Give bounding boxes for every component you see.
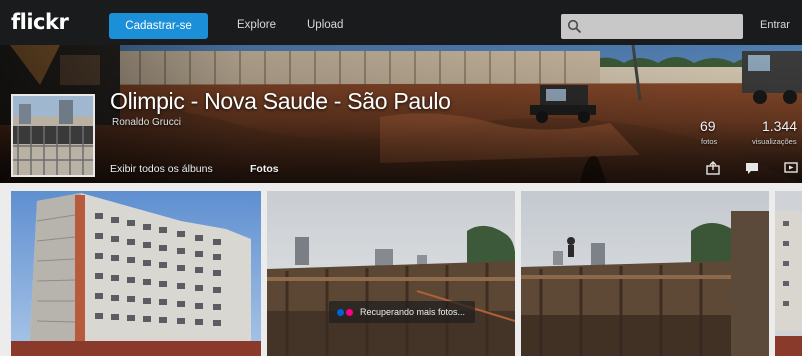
tab-all-albums[interactable]: Exibir todos os álbuns (110, 163, 213, 175)
view-count-label: visualizações (752, 137, 797, 146)
album-title: Olimpic - Nova Saude - São Paulo (110, 88, 451, 114)
view-count: 1.344 (762, 118, 798, 134)
signup-button[interactable]: Cadastrar-se (109, 13, 208, 39)
signin-link[interactable]: Entrar (760, 19, 790, 31)
photo-image (521, 191, 769, 356)
tab-photos[interactable]: Fotos (250, 163, 279, 175)
photo-thumbnail[interactable] (11, 191, 261, 356)
album-owner-name[interactable]: Ronaldo Grucci (112, 117, 181, 128)
share-icon[interactable] (706, 161, 720, 175)
loading-dot-pink (346, 308, 353, 316)
album-cover-banner: Olimpic - Nova Saude - São Paulo Ronaldo… (0, 45, 802, 183)
flickr-dots-icon (337, 308, 353, 316)
photo-count: 69 (700, 118, 716, 134)
slideshow-icon[interactable] (784, 161, 798, 175)
search-input[interactable] (561, 14, 743, 39)
photo-count-label: fotos (701, 137, 718, 146)
photo-image (267, 191, 515, 356)
nav-upload-link[interactable]: Upload (307, 19, 343, 31)
loading-more-photos-indicator: Recuperando mais fotos... (329, 301, 476, 323)
top-navigation-bar: flickr Cadastrar-se Explore Upload Entra… (0, 0, 802, 45)
search-icon (567, 19, 582, 34)
nav-explore-link[interactable]: Explore (237, 19, 276, 31)
photo-thumbnail[interactable] (775, 191, 802, 356)
flickr-logo[interactable]: flickr (11, 10, 69, 34)
comment-icon[interactable] (745, 161, 759, 175)
photo-image (775, 191, 802, 356)
photo-thumbnail[interactable] (267, 191, 515, 356)
photo-image (11, 191, 261, 356)
album-owner-avatar[interactable] (11, 94, 95, 177)
loading-text: Recuperando mais fotos... (360, 307, 466, 317)
loading-dot-blue (337, 308, 344, 316)
photo-thumbnail[interactable] (521, 191, 769, 356)
